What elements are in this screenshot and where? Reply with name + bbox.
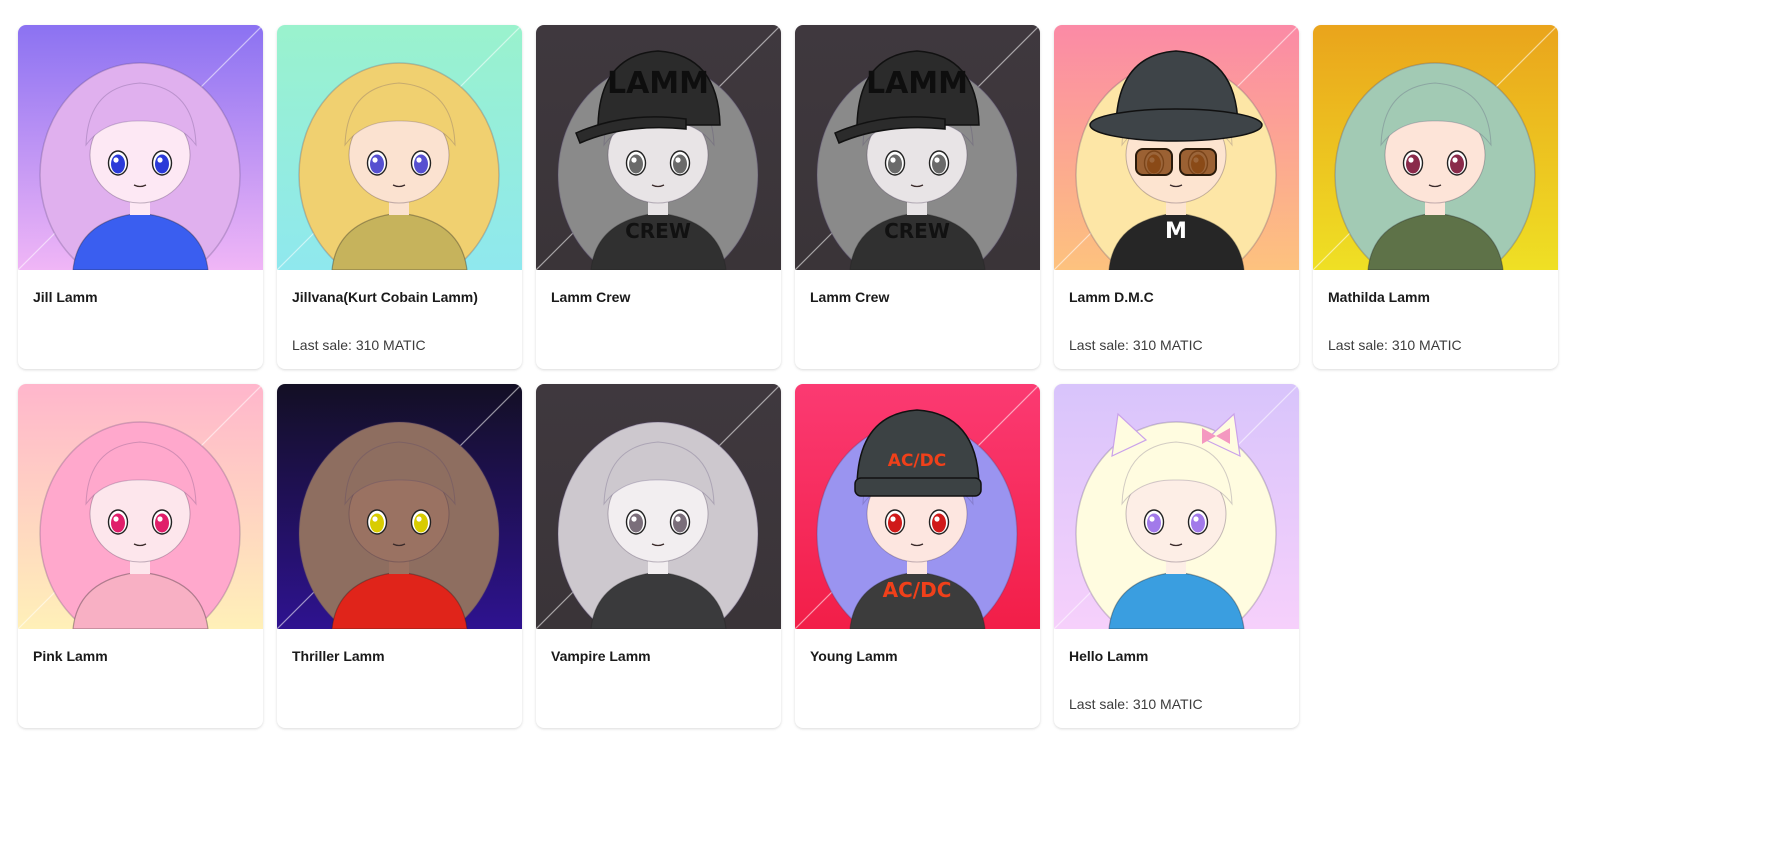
- nft-name: Lamm D.M.C: [1069, 289, 1154, 305]
- nft-image[interactable]: CREW LAMM: [795, 25, 1040, 270]
- nft-name: Hello Lamm: [1069, 648, 1149, 664]
- nft-card[interactable]: Vampire Lamm: [536, 384, 781, 728]
- nft-image[interactable]: [277, 384, 522, 629]
- nft-image[interactable]: [536, 384, 781, 629]
- nft-name: Jillvana(Kurt Cobain Lamm): [292, 289, 478, 305]
- svg-text:M: M: [1165, 219, 1187, 244]
- nft-card[interactable]: Jillvana(Kurt Cobain Lamm) Last sale: 310…: [277, 25, 522, 369]
- nft-name: Jill Lamm: [33, 289, 98, 305]
- nft-card[interactable]: Mathilda Lamm Last sale: 310 MATIC: [1313, 25, 1558, 369]
- svg-text:CREW: CREW: [884, 219, 950, 243]
- nft-card[interactable]: Hello Lamm Last sale: 310 MATIC: [1054, 384, 1299, 728]
- nft-name: Young Lamm: [810, 648, 898, 664]
- last-sale-price: Last sale: 310 MATIC: [1328, 337, 1462, 353]
- nft-card[interactable]: CREW LAMM Lamm Crew: [536, 25, 781, 369]
- nft-image[interactable]: [277, 25, 522, 270]
- nft-image[interactable]: [1313, 25, 1558, 270]
- nft-name: Lamm Crew: [810, 289, 890, 305]
- svg-text:LAMM: LAMM: [607, 66, 709, 101]
- nft-grid: Jill Lamm Jillvana(Kurt Cobain Lamm) Last …: [18, 25, 1558, 728]
- nft-name: Mathilda Lamm: [1328, 289, 1430, 305]
- svg-text:LAMM: LAMM: [866, 66, 968, 101]
- svg-text:AC/DC: AC/DC: [888, 451, 946, 471]
- nft-card[interactable]: Jill Lamm: [18, 25, 263, 369]
- last-sale-price: Last sale: 310 MATIC: [292, 337, 426, 353]
- nft-name: Vampire Lamm: [551, 648, 651, 664]
- nft-card[interactable]: M Lamm D.M.C Last sale: 310 MATIC: [1054, 25, 1299, 369]
- svg-text:CREW: CREW: [625, 219, 691, 243]
- nft-image[interactable]: [18, 384, 263, 629]
- nft-image[interactable]: M: [1054, 25, 1299, 270]
- nft-name: Thriller Lamm: [292, 648, 385, 664]
- last-sale-price: Last sale: 310 MATIC: [1069, 337, 1203, 353]
- nft-image[interactable]: AC/DC AC/DC: [795, 384, 1040, 629]
- nft-card[interactable]: AC/DC AC/DC Young Lamm: [795, 384, 1040, 728]
- nft-image[interactable]: [1054, 384, 1299, 629]
- nft-card[interactable]: Thriller Lamm: [277, 384, 522, 728]
- nft-image[interactable]: [18, 25, 263, 270]
- nft-card[interactable]: CREW LAMM Lamm Crew: [795, 25, 1040, 369]
- nft-name: Pink Lamm: [33, 648, 108, 664]
- nft-name: Lamm Crew: [551, 289, 631, 305]
- last-sale-price: Last sale: 310 MATIC: [1069, 696, 1203, 712]
- nft-card[interactable]: Pink Lamm: [18, 384, 263, 728]
- svg-text:AC/DC: AC/DC: [883, 578, 952, 602]
- nft-image[interactable]: CREW LAMM: [536, 25, 781, 270]
